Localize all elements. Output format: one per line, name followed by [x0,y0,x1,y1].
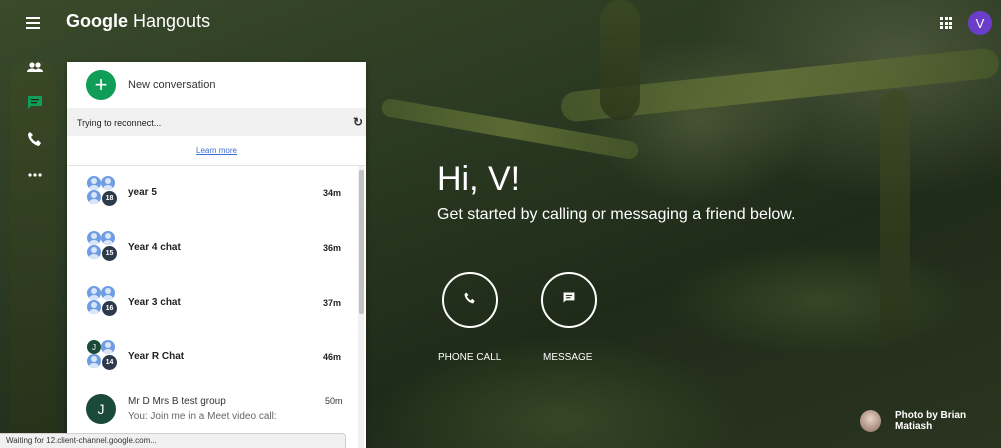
conversation-time: 37m [323,298,342,308]
conversation-name: Mr D Mrs B test group [128,396,226,407]
photographer-avatar [860,410,881,432]
message-label: MESSAGE [543,352,593,363]
hamburger-menu-icon[interactable] [22,12,44,34]
phone-icon [463,291,477,310]
phone-icon[interactable] [26,130,44,148]
conversation-panel: + New conversation Trying to reconnect..… [67,62,366,448]
brand-product: Hangouts [133,11,211,31]
plus-icon: + [86,70,116,100]
refresh-icon[interactable]: ↻ [353,115,363,129]
status-bar: Waiting for 12.client-channel.google.com… [0,433,346,448]
conversation-time: 34m [323,188,342,198]
conversation-name: year 5 [128,187,157,198]
apps-grid-icon[interactable] [940,17,952,29]
chat-icon[interactable] [26,94,44,112]
conversation-name: Year 4 chat [128,242,181,253]
people-icon[interactable] [26,60,44,78]
greeting: Hi, V! [437,160,521,198]
conversation-name: Year R Chat [128,351,185,362]
phone-call-label: PHONE CALL [438,352,502,363]
hangouts-app: Google Hangouts V + New conversation Try… [0,0,1001,448]
scrollbar-thumb[interactable] [359,170,364,314]
app-title: Google Hangouts [66,11,210,32]
member-count-badge: 14 [101,354,118,371]
user-avatar[interactable]: V [968,11,992,35]
reconnect-text: Trying to reconnect... [77,118,162,128]
reconnect-banner: Trying to reconnect... ↻ [67,108,366,136]
conversation-time: 50m [325,396,343,406]
greeting-subtitle: Get started by calling or messaging a fr… [437,206,796,223]
conversation-preview: You: Join me in a Meet video call: [128,411,277,422]
member-count-badge: 15 [101,245,118,262]
member-count-badge: 16 [101,300,118,317]
new-conversation-button[interactable]: + New conversation [67,62,366,108]
more-icon[interactable] [26,166,44,184]
top-bar: Google Hangouts V [0,0,1001,46]
conversation-time: 46m [323,352,342,362]
member-count-badge: 18 [101,190,118,207]
group-avatar: 18 [87,176,118,207]
photo-credit[interactable]: Photo by Brian Matiash [860,409,1001,433]
group-avatar: J 14 [87,340,118,371]
photo-credit-text: Photo by Brian Matiash [894,410,967,432]
brand-google: Google [66,11,128,31]
contact-avatar: J [86,394,116,424]
group-avatar: 16 [87,286,118,317]
phone-call-button[interactable] [442,272,498,328]
conversation-name: Year 3 chat [128,297,181,308]
group-avatar: 15 [87,231,118,262]
background-trunk [880,90,910,340]
learn-more-link[interactable]: Learn more [67,146,366,155]
conversation-item[interactable]: 16 Year 3 chat 37m [67,276,357,330]
message-button[interactable] [541,272,597,328]
member-initial: J [87,340,101,354]
left-nav [0,46,66,448]
message-icon [562,291,576,310]
conversation-item[interactable]: 15 Year 4 chat 36m [67,221,357,275]
conversation-item[interactable]: 18 year 5 34m [67,166,357,220]
conversation-item[interactable]: J 14 Year R Chat 46m [67,330,357,384]
new-conversation-label: New conversation [128,79,216,91]
conversation-time: 36m [323,243,342,253]
